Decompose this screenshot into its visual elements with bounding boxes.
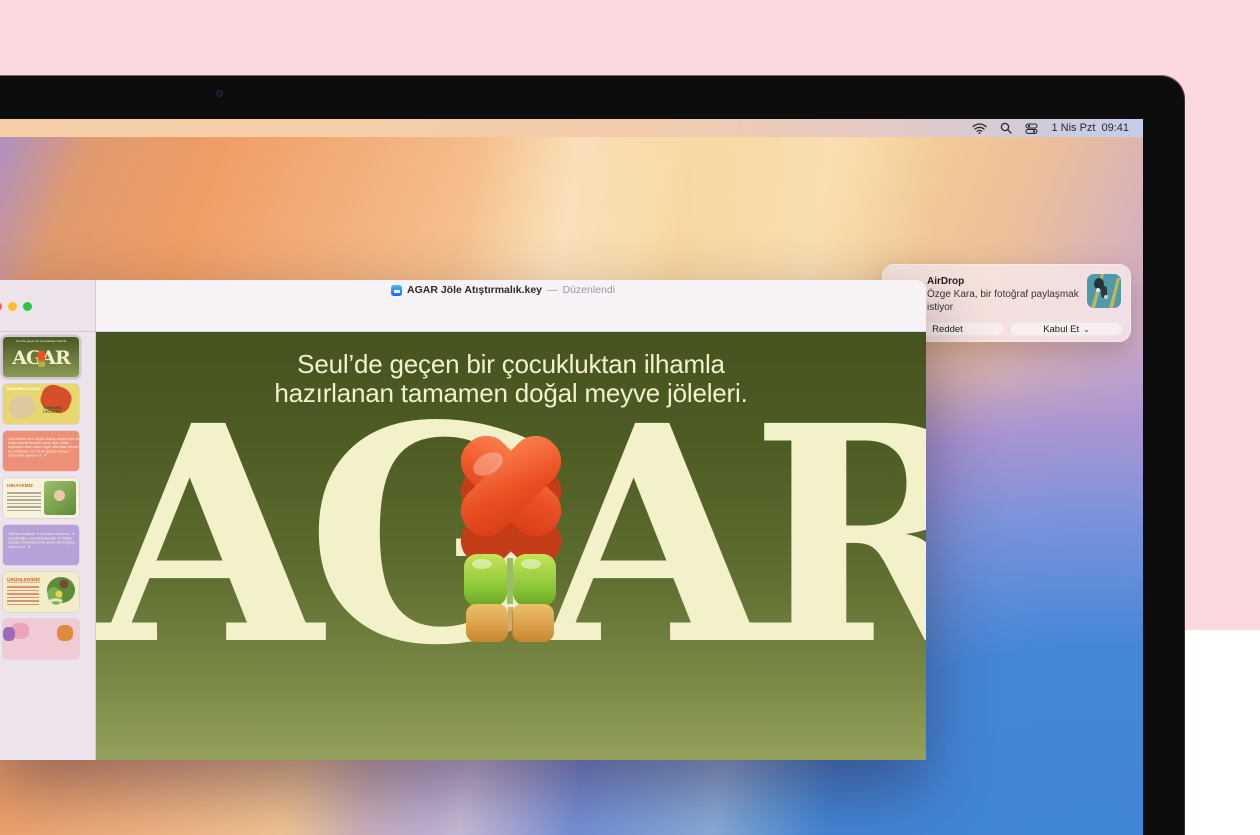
keynote-window: AGAR Jöle Atıştırmalık.key — Düzenlendi …	[0, 280, 926, 760]
thumb-heading: Seul’de geçen bir çocukluktan ilhamla	[3, 340, 79, 343]
wifi-icon[interactable]	[972, 123, 987, 134]
thumb-text-lines	[7, 584, 39, 607]
accept-button[interactable]: Kabul Et ⌄	[1010, 322, 1123, 336]
menu-bar-clock[interactable]: 1 Nis Pzt 09:41	[1051, 122, 1129, 134]
purple-gummy-shape	[3, 627, 15, 641]
thumb-body-text: Jölelerimiz hem doğal olarak vegan hem d…	[8, 437, 79, 458]
screen: 1 Nis Pzt 09:41 AirDrop Özge Kara, bir f…	[0, 119, 1143, 835]
notification-title: AirDrop	[927, 276, 964, 287]
search-icon[interactable]	[1000, 122, 1012, 134]
thumb-photo	[44, 481, 76, 515]
slide-thumbnail-4[interactable]: HİKAYEMİZ	[3, 478, 79, 518]
thumb-candy	[38, 351, 45, 367]
shared-photo-thumbnail	[1087, 274, 1121, 308]
thumb-title: HİKAYEMİZ	[7, 483, 33, 488]
control-center-icon[interactable]	[1025, 123, 1038, 134]
chevron-down-icon: ⌄	[1083, 325, 1090, 334]
notification-message: Özge Kara, bir fotoğraf paylaşmak istiyo…	[927, 289, 1079, 314]
thumb-badge: TAMAMEN DOĞAL	[6, 387, 40, 391]
thumb-badge: TAMAMEN LEZZETLİ	[43, 406, 63, 414]
orange-gummy-shape	[57, 625, 73, 641]
slide-canvas[interactable]: Seul’de geçen bir çocukluktan ilhamla ha…	[96, 332, 926, 760]
thumb-illustration	[43, 574, 77, 610]
facetime-camera	[216, 90, 223, 97]
slide-thumbnail-7[interactable]	[3, 619, 79, 659]
slide-thumbnail-5[interactable]: Tatlılara duyulan ✦ çocuksu tutkunun, ✦ …	[3, 525, 79, 565]
thumb-title: ÜRÜNLERİMİZ	[7, 577, 40, 582]
clock-time: 09:41	[1101, 122, 1129, 134]
window-title-group: AGAR Jöle Atıştırmalık.key — Düzenlendi	[391, 284, 615, 296]
display-bezel: 1 Nis Pzt 09:41 AirDrop Özge Kara, bir f…	[0, 75, 1185, 835]
decline-label: Reddet	[932, 324, 963, 335]
zoom-window-button[interactable]	[23, 302, 32, 311]
minimize-button[interactable]	[8, 302, 17, 311]
thumb-text-lines	[7, 490, 41, 513]
menu-bar: 1 Nis Pzt 09:41	[0, 119, 1143, 137]
clock-date: 1 Nis Pzt	[1051, 122, 1095, 134]
window-title: AGAR Jöle Atıştırmalık.key	[407, 284, 542, 296]
accept-label: Kabul Et	[1043, 324, 1079, 335]
title-separator: —	[547, 284, 558, 296]
slide-thumbnail-3[interactable]: Jölelerimiz hem doğal olarak vegan hem d…	[3, 431, 79, 471]
slide-thumbnail-6[interactable]: ÜRÜNLERİMİZ	[3, 572, 79, 612]
slide-thumbnail-2[interactable]: TAMAMEN DOĞAL TAMAMEN LEZZETLİ	[3, 384, 79, 424]
thumb-body-text: Tatlılara duyulan ✦ çocuksu tutkunun, ✦ …	[8, 532, 79, 549]
marketing-pink-frame: 1 Nis Pzt 09:41 AirDrop Özge Kara, bir f…	[0, 0, 1260, 630]
keynote-app-icon	[391, 285, 402, 296]
slide-thumbnail-1[interactable]: Seul’de geçen bir çocukluktan ilhamla AG…	[3, 337, 79, 377]
edited-status: Düzenlendi	[563, 284, 616, 296]
jelly-candy-stack[interactable]	[416, 424, 606, 647]
tan-gummy-shape	[7, 393, 38, 421]
